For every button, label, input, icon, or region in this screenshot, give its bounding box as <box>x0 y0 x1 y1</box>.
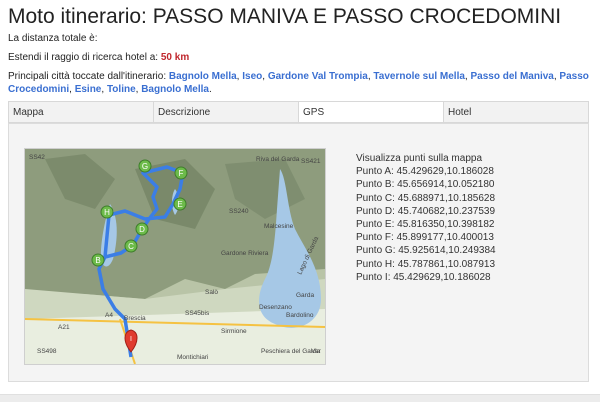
city-link[interactable]: Toline <box>107 84 136 95</box>
map-place-label: Gardone Riviera <box>221 250 269 257</box>
hotel-radius-line: Estendi il raggio di ricerca hotel a: 50… <box>8 52 189 63</box>
map-place-label: Bardolino <box>286 312 314 319</box>
map-place-label: Montichiari <box>177 354 208 361</box>
marker-label: I <box>130 336 132 343</box>
map-road-label: A21 <box>58 324 70 331</box>
tab-mappa[interactable]: Mappa <box>9 102 154 122</box>
gps-points-list: Visualizza punti sulla mappa Punto A: 45… <box>356 152 496 284</box>
city-link[interactable]: Esine <box>75 84 102 95</box>
gps-point: Punto H: 45.787861,10.087913 <box>356 258 496 270</box>
hotel-radius-label: Estendi il raggio di ricerca hotel a: <box>8 52 159 63</box>
marker-label: D <box>139 225 145 234</box>
hotel-radius-value[interactable]: 50 km <box>161 52 189 63</box>
gps-heading[interactable]: Visualizza punti sulla mappa <box>356 152 496 165</box>
map-place-label: Salò <box>205 289 218 296</box>
gps-point: Punto G: 45.925614,10.249384 <box>356 245 496 257</box>
total-distance-label: La distanza totale è: <box>8 33 98 44</box>
gps-point: Punto F: 45.899177,10.400013 <box>356 232 494 244</box>
map-place-label: Riva del Garda <box>256 156 300 163</box>
map-marker-b[interactable]: B <box>91 253 105 267</box>
city-link[interactable]: Gardone Val Trompia <box>268 71 368 82</box>
city-link[interactable]: Bagnolo Mella <box>169 71 237 82</box>
map-marker-c[interactable]: C <box>124 239 138 253</box>
itinerary-cities: Principali città toccate dall'itinerario… <box>8 71 589 95</box>
gps-point: Punto B: 45.656914,10.052180 <box>356 179 495 191</box>
route-map[interactable]: G F E H D C B I SS42 SS421 SS240 SS45bis… <box>24 148 326 365</box>
map-marker-d[interactable]: D <box>135 222 149 236</box>
marker-label: B <box>95 256 100 265</box>
gps-point: Punto E: 45.816350,10.398182 <box>356 219 495 231</box>
gps-point: Punto D: 45.740682,10.237539 <box>356 205 496 217</box>
page-title: Moto itinerario: PASSO MANIVA E PASSO CR… <box>8 5 562 28</box>
marker-label: H <box>104 208 110 217</box>
map-marker-g[interactable]: G <box>138 159 152 173</box>
marker-label: G <box>142 162 148 171</box>
map-road-label: SS42 <box>29 154 45 161</box>
map-road-label: A4 <box>105 312 113 319</box>
marker-label: F <box>179 169 184 178</box>
city-link[interactable]: Tavernole sul Mella <box>373 71 465 82</box>
map-place-label: Desenzano <box>259 304 292 311</box>
gps-point: Punto I: 45.429629,10.186028 <box>356 271 491 283</box>
gps-point: Punto C: 45.688971,10.185628 <box>356 192 496 204</box>
tab-descrizione[interactable]: Descrizione <box>154 102 299 122</box>
map-place-label: Malcesine <box>264 223 294 230</box>
map-marker-f[interactable]: F <box>174 166 188 180</box>
city-link[interactable]: Bagnolo Mella <box>141 84 209 95</box>
tab-hotel[interactable]: Hotel <box>444 102 588 122</box>
cities-label: Principali città toccate dall'itinerario… <box>8 71 167 82</box>
map-road-label: SS45bis <box>185 310 210 317</box>
city-link[interactable]: Passo del Maniva <box>470 71 553 82</box>
marker-label: C <box>128 242 134 251</box>
map-place-label: Brescia <box>124 315 146 322</box>
map-road-label: SS421 <box>301 158 321 165</box>
map-road-label: SS498 <box>37 348 57 355</box>
tab-gps[interactable]: GPS <box>299 102 444 122</box>
map-place-label: Ver <box>311 348 322 355</box>
marker-label: E <box>177 200 182 209</box>
map-place-label: Sirmione <box>221 328 247 335</box>
gps-point: Punto A: 45.429629,10.186028 <box>356 166 494 178</box>
map-marker-h[interactable]: H <box>100 205 114 219</box>
itinerary-tabs: Mappa Descrizione GPS Hotel <box>8 101 589 123</box>
map-road-label: SS240 <box>229 208 249 215</box>
map-marker-e[interactable]: E <box>173 197 187 211</box>
map-place-label: Garda <box>296 292 314 299</box>
city-link[interactable]: Iseo <box>242 71 262 82</box>
